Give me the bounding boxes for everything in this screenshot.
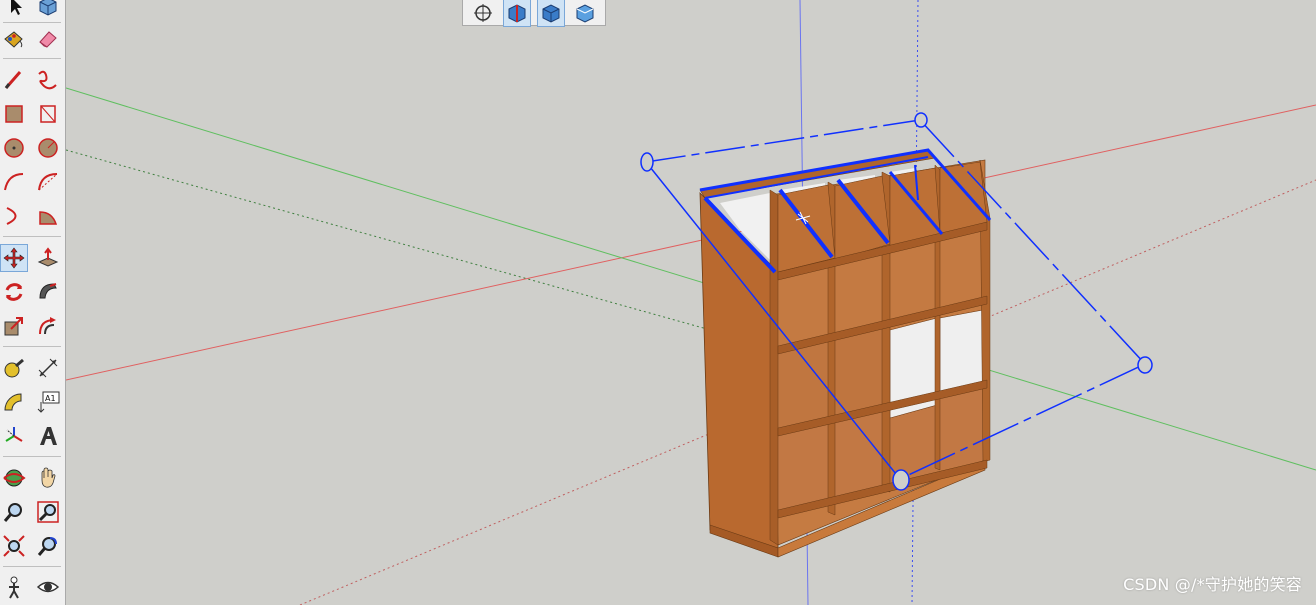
scale-icon [4, 317, 23, 336]
walk-tool-button[interactable] [0, 573, 28, 601]
axes [66, 0, 1316, 605]
pie-tool-button[interactable] [34, 202, 62, 230]
tape-measure-tool-button[interactable] [0, 354, 28, 382]
dimension-tool-button[interactable] [34, 354, 62, 382]
protractor-tool-button[interactable] [0, 388, 28, 416]
pie-icon [39, 211, 58, 225]
text-icon: A1 [37, 391, 60, 413]
two-point-arc-tool-button[interactable] [34, 168, 62, 196]
select-tool-button[interactable] [2, 0, 30, 20]
green-axis-line [66, 87, 1316, 471]
paint-bucket-tool-button[interactable] [0, 25, 28, 53]
rotate-icon [5, 283, 23, 301]
dimension-icon [38, 358, 58, 378]
zoom-window-tool-button[interactable] [34, 498, 62, 526]
rotate-tool-button[interactable] [0, 278, 28, 306]
separator [3, 346, 61, 347]
arc-icon [4, 173, 24, 191]
3d-text-icon [40, 427, 57, 445]
three-point-arc-icon [6, 207, 17, 225]
rectangle-tool-button[interactable] [0, 100, 28, 128]
circle-tool-button[interactable] [0, 134, 28, 162]
freehand-icon [38, 70, 57, 90]
paint-bucket-icon [4, 31, 23, 48]
push-pull-tool-button[interactable] [34, 244, 62, 272]
shelf-model[interactable] [699, 149, 991, 558]
separator [3, 22, 61, 23]
three-point-arc-tool-button[interactable] [0, 202, 28, 230]
green-axis-dotted-line [66, 149, 801, 356]
offset-tool-button[interactable] [34, 312, 62, 340]
polygon-tool-button[interactable] [34, 134, 62, 162]
component-tool-button[interactable] [34, 0, 62, 20]
component-icon [39, 0, 57, 16]
rotated-rectangle-tool-button[interactable] [34, 100, 62, 128]
red-axis-line [66, 104, 1316, 381]
offset-icon [39, 317, 56, 335]
look-around-icon [36, 581, 60, 593]
handle-top-right [914, 112, 928, 128]
box-edge-top [645, 119, 921, 163]
zoom-extents-tool-button[interactable] [0, 532, 28, 560]
move-tool-button[interactable] [0, 244, 28, 272]
arc-tool-button[interactable] [0, 168, 28, 196]
pan-icon [41, 467, 56, 488]
separator [3, 236, 61, 237]
polygon-icon [38, 138, 58, 158]
freehand-tool-button[interactable] [34, 66, 62, 94]
orbit-icon [3, 469, 26, 487]
move-icon [3, 247, 25, 269]
line-tool-button[interactable] [0, 66, 28, 94]
eraser-tool-button[interactable] [34, 25, 62, 53]
rectangle-icon [5, 105, 23, 123]
walk-icon [9, 576, 19, 599]
zoom-icon [3, 503, 22, 522]
viewport-canvas[interactable] [66, 0, 1316, 605]
scale-tool-button[interactable] [0, 312, 28, 340]
separator [3, 58, 61, 59]
previous-view-tool-button[interactable] [34, 532, 62, 560]
zoom-window-icon [37, 501, 59, 523]
orbit-tool-button[interactable] [0, 464, 28, 492]
two-point-arc-icon [38, 173, 58, 191]
zoom-tool-button[interactable] [0, 498, 28, 526]
previous-view-icon [37, 537, 57, 556]
handle-top-left [640, 152, 654, 172]
separator [3, 456, 61, 457]
select-icon [11, 0, 22, 15]
push-pull-icon [37, 247, 59, 267]
watermark-text: CSDN @/*守护她的笑容 [1123, 575, 1302, 594]
handle-bottom-left [892, 469, 910, 491]
look-around-tool-button[interactable] [34, 573, 62, 601]
text-tool-button[interactable]: A1 [34, 388, 62, 416]
rotated-rectangle-icon [40, 105, 56, 123]
tape-measure-icon [4, 358, 24, 378]
separator [3, 566, 61, 567]
protractor-icon [4, 393, 22, 411]
handle-bottom-right [1137, 356, 1153, 374]
left-toolbar: A1 [0, 0, 66, 605]
axes-icon [5, 427, 23, 442]
axes-tool-button[interactable] [0, 422, 28, 450]
svg-text:A1: A1 [45, 394, 56, 403]
3d-text-tool-button[interactable] [34, 422, 62, 450]
follow-me-icon [39, 283, 57, 299]
zoom-extents-icon [3, 535, 25, 557]
eraser-icon [39, 31, 57, 48]
follow-me-tool-button[interactable] [34, 278, 62, 306]
line-icon [4, 71, 22, 89]
pan-tool-button[interactable] [34, 464, 62, 492]
circle-icon [4, 138, 24, 158]
